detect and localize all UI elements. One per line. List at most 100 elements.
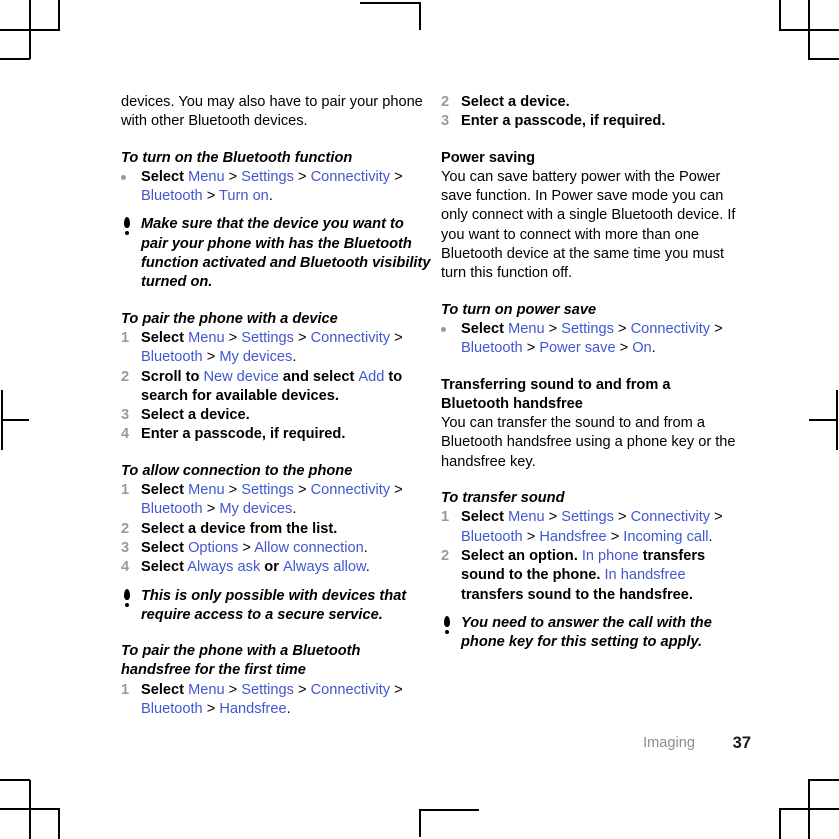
menu-path-item[interactable]: Settings bbox=[241, 330, 294, 346]
step-number: 4 bbox=[121, 559, 130, 576]
step-text-pre: Select an option. bbox=[461, 547, 582, 564]
menu-path-item[interactable]: Connectivity bbox=[311, 330, 391, 346]
menu-path-item[interactable]: Menu bbox=[508, 321, 545, 337]
menu-path-item[interactable]: Connectivity bbox=[311, 482, 391, 498]
conjunction: or bbox=[260, 559, 283, 576]
step-text: Select an option. In phone transfers sou… bbox=[461, 547, 751, 605]
note-bluetooth-visibility: Make sure that the device you want to pa… bbox=[121, 215, 431, 292]
menu-path-item[interactable]: Menu bbox=[188, 682, 225, 698]
step-number: 1 bbox=[441, 509, 450, 526]
note-text: Make sure that the device you want to pa… bbox=[141, 216, 431, 291]
heading-transferring-sound: Transferring sound to and from a Bluetoo… bbox=[441, 376, 751, 415]
menu-path-item[interactable]: Bluetooth bbox=[141, 188, 203, 204]
step-number: 1 bbox=[121, 482, 130, 499]
list-item: 3 Enter a passcode, if required. bbox=[441, 112, 751, 131]
exclamation-icon bbox=[441, 614, 461, 635]
exclamation-icon bbox=[121, 215, 141, 236]
menu-path-item[interactable]: Incoming call bbox=[623, 529, 708, 545]
verb-select: Select bbox=[141, 559, 184, 576]
heading-line-1: To pair the phone with a Bluetooth bbox=[121, 643, 361, 660]
step-text: Select Menu > Settings > Connectivity > … bbox=[141, 168, 403, 205]
list-item: 1 Select Menu > Settings > Connectivity … bbox=[121, 329, 431, 368]
menu-path-item[interactable]: On bbox=[632, 340, 651, 356]
menu-path-item[interactable]: Bluetooth bbox=[141, 701, 203, 717]
menu-path-item[interactable]: Bluetooth bbox=[461, 529, 523, 545]
step-text: Select Menu > Settings > Connectivity > … bbox=[141, 482, 403, 518]
menu-path-item[interactable]: Handsfree bbox=[219, 701, 286, 717]
verb-select: Select bbox=[141, 681, 184, 698]
list-item: 2 Scroll to New device and select Add to… bbox=[121, 368, 431, 407]
menu-path-item[interactable]: Settings bbox=[561, 509, 614, 525]
menu-path-item[interactable]: Bluetooth bbox=[461, 340, 523, 356]
menu-path-item[interactable]: Settings bbox=[241, 169, 294, 185]
menu-path-item[interactable]: Handsfree bbox=[539, 529, 606, 545]
step-number: 2 bbox=[441, 547, 450, 564]
list-item: 1 Select Menu > Settings > Connectivity … bbox=[121, 681, 431, 720]
menu-path-item[interactable]: Connectivity bbox=[311, 169, 391, 185]
verb-select: Select bbox=[141, 168, 184, 185]
menu-path-item[interactable]: Connectivity bbox=[311, 682, 391, 698]
menu-path-item[interactable]: Menu bbox=[188, 330, 225, 346]
menu-path-item[interactable]: Power save bbox=[539, 340, 615, 356]
footer-page-number: 37 bbox=[732, 734, 751, 752]
menu-path-item[interactable]: Connectivity bbox=[631, 509, 711, 525]
step-number: 2 bbox=[121, 520, 130, 537]
list-item: 2 Select an option. In phone transfers s… bbox=[441, 547, 751, 605]
exclamation-icon bbox=[121, 587, 141, 607]
step-text: Select Always ask or Always allow. bbox=[141, 559, 370, 576]
list-item: 4 Enter a passcode, if required. bbox=[121, 425, 431, 444]
step-text: Select Menu > Settings > Connectivity > … bbox=[141, 329, 403, 366]
step-text: Enter a passcode, if required. bbox=[461, 113, 666, 130]
menu-path-item[interactable]: Settings bbox=[241, 482, 294, 498]
list-item: 2 Select a device from the list. bbox=[121, 520, 431, 539]
step-number: 1 bbox=[121, 329, 130, 346]
option-in-handsfree[interactable]: In handsfree bbox=[605, 567, 686, 583]
heading-line-2: handsfree for the first time bbox=[121, 662, 306, 679]
menu-path-item[interactable]: Options bbox=[188, 540, 238, 556]
step-text: Select Options > Allow connection. bbox=[141, 539, 368, 556]
step-text: Enter a passcode, if required. bbox=[141, 426, 346, 443]
menu-path-item[interactable]: Bluetooth bbox=[141, 501, 203, 517]
menu-path-item[interactable]: Menu bbox=[508, 509, 545, 525]
left-column: devices. You may also have to pair your … bbox=[121, 93, 431, 719]
heading-allow-connection: To allow connection to the phone bbox=[121, 462, 353, 479]
heading-pair-device: To pair the phone with a device bbox=[121, 310, 338, 327]
menu-path-item[interactable]: Connectivity bbox=[631, 321, 711, 337]
heading-turn-on-power-save: To turn on power save bbox=[441, 301, 597, 318]
list-item: 2 Select a device. bbox=[441, 93, 751, 112]
menu-path-item[interactable]: My devices bbox=[219, 349, 292, 365]
steps-turn-on-bluetooth: Select Menu > Settings > Connectivity > … bbox=[121, 168, 431, 207]
steps-continued: 2 Select a device. 3 Enter a passcode, i… bbox=[441, 93, 751, 132]
option-always-ask[interactable]: Always ask bbox=[187, 559, 260, 575]
step-text-post: transfers sound to the handsfree. bbox=[461, 586, 693, 603]
menu-path-item[interactable]: Settings bbox=[241, 682, 294, 698]
step-text-mid: and select bbox=[278, 368, 359, 385]
list-item: 1 Select Menu > Settings > Connectivity … bbox=[121, 481, 431, 520]
menu-path-item[interactable]: My devices bbox=[219, 501, 292, 517]
list-item: 3 Select Options > Allow connection. bbox=[121, 539, 431, 558]
step-text: Scroll to New device and select Add to s… bbox=[141, 368, 431, 407]
option-in-phone[interactable]: In phone bbox=[582, 548, 639, 564]
transferring-sound-body: You can transfer the sound to and from a… bbox=[441, 415, 736, 470]
menu-path-item[interactable]: Turn on bbox=[219, 188, 269, 204]
power-saving-body: You can save battery power with the Powe… bbox=[441, 168, 736, 282]
heading-turn-on-bluetooth: To turn on the Bluetooth function bbox=[121, 149, 353, 166]
step-number: 3 bbox=[121, 539, 130, 556]
option-always-allow[interactable]: Always allow bbox=[283, 559, 366, 575]
option-add[interactable]: Add bbox=[358, 369, 384, 385]
step-text: Select a device. bbox=[141, 407, 250, 424]
menu-path-item[interactable]: Allow connection bbox=[254, 540, 364, 556]
right-column: 2 Select a device. 3 Enter a passcode, i… bbox=[441, 93, 751, 652]
list-item: 1 Select Menu > Settings > Connectivity … bbox=[441, 508, 751, 547]
step-text: Select Menu > Settings > Connectivity > … bbox=[461, 509, 723, 545]
menu-path-item[interactable]: Menu bbox=[188, 169, 225, 185]
menu-path-item[interactable]: Menu bbox=[188, 482, 225, 498]
menu-path-item[interactable]: Bluetooth bbox=[141, 349, 203, 365]
step-number: 3 bbox=[121, 407, 130, 424]
list-item: 3 Select a device. bbox=[121, 406, 431, 425]
option-new-device[interactable]: New device bbox=[203, 369, 278, 385]
note-text: You need to answer the call with the pho… bbox=[461, 614, 712, 651]
menu-path-item[interactable]: Settings bbox=[561, 321, 614, 337]
heading-power-saving: Power saving bbox=[441, 149, 536, 166]
step-text: Select Menu > Settings > Connectivity > … bbox=[141, 681, 403, 718]
